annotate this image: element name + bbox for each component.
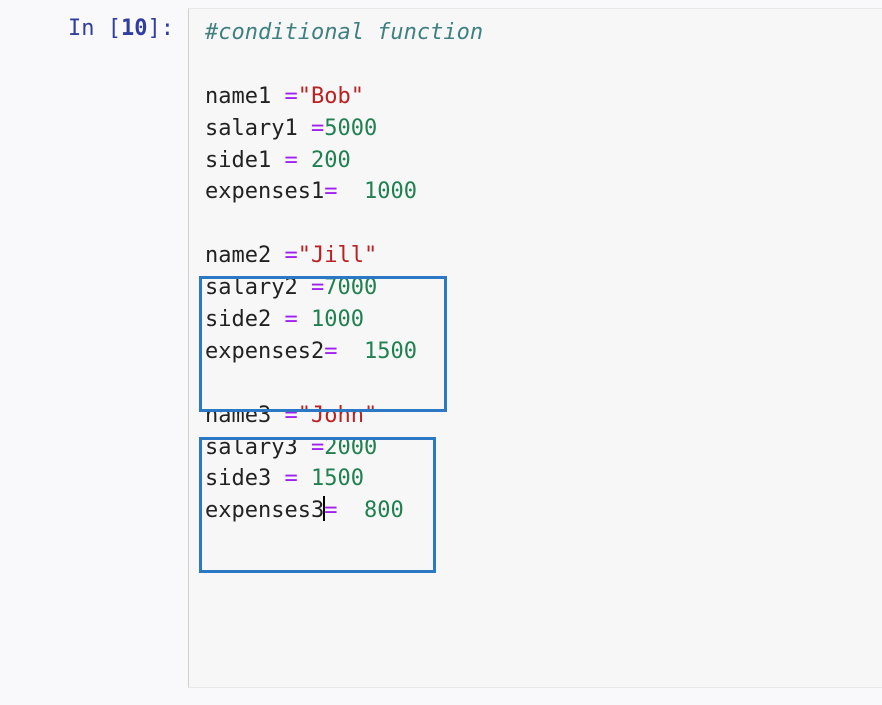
code-line-comment: #conditional function xyxy=(205,17,882,49)
code-line: side2 = 1000 xyxy=(205,304,882,336)
notebook-cell: In [10]: #conditional function name1 ="B… xyxy=(0,0,882,688)
blank-line xyxy=(205,208,882,240)
prompt-number: 10 xyxy=(121,16,148,41)
code-line: expenses2= 1500 xyxy=(205,336,882,368)
code-line: expenses1= 1000 xyxy=(205,176,882,208)
code-line: salary2 =7000 xyxy=(205,272,882,304)
blank-line xyxy=(205,368,882,400)
code-line: side1 = 200 xyxy=(205,145,882,177)
code-line: salary3 =2000 xyxy=(205,432,882,464)
code-input-area[interactable]: #conditional function name1 ="Bob" salar… xyxy=(188,8,882,688)
code-line: salary1 =5000 xyxy=(205,113,882,145)
code-line: name1 ="Bob" xyxy=(205,81,882,113)
code-line: name2 ="Jill" xyxy=(205,240,882,272)
prompt-label: In xyxy=(68,16,108,41)
cell-prompt: In [10]: xyxy=(0,8,188,41)
code-line: name3 ="John" xyxy=(205,400,882,432)
code-line: side3 = 1500 xyxy=(205,463,882,495)
code-line: expenses3= 800 xyxy=(205,495,882,527)
blank-line xyxy=(205,49,882,81)
